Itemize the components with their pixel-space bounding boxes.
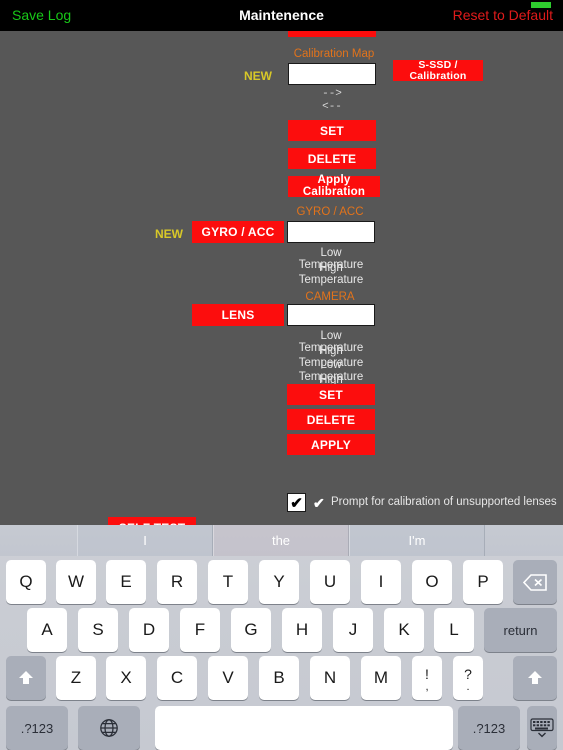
key-exclamation-glyph: ! (425, 665, 429, 682)
globe-icon[interactable] (78, 706, 140, 750)
onscreen-keyboard: I the I'm Q W E R T Y U I O P A S D F G … (0, 525, 563, 750)
lens-input[interactable] (287, 304, 375, 326)
key-exclamation-comma[interactable]: ! , (412, 656, 442, 700)
calibration-map-label: Calibration Map (293, 48, 375, 60)
key-m[interactable]: M (361, 656, 401, 700)
key-n[interactable]: N (310, 656, 350, 700)
key-r[interactable]: R (157, 560, 197, 604)
numeric-right-key[interactable]: .?123 (458, 706, 520, 750)
new-label-calibration: NEW (244, 69, 272, 83)
camera-header-label: CAMERA (305, 291, 355, 303)
key-i[interactable]: I (361, 560, 401, 604)
gyro-acc-header-label: GYRO / ACC (296, 206, 364, 218)
key-period-glyph: . (466, 680, 470, 693)
suggestion-bar: I the I'm (0, 525, 563, 556)
apply-calibration-button[interactable]: Apply Calibration (288, 174, 380, 197)
check-mark-icon: ✔ (313, 495, 325, 511)
suggestion-spacer-left (0, 525, 77, 556)
camera-delete-button[interactable]: DELETE (287, 409, 375, 430)
calibration-set-button[interactable]: SET (288, 120, 376, 141)
numeric-left-key[interactable]: .?123 (6, 706, 68, 750)
key-d[interactable]: D (129, 608, 169, 652)
key-p[interactable]: P (463, 560, 503, 604)
key-f[interactable]: F (180, 608, 220, 652)
suggestion-2[interactable]: I'm (349, 525, 485, 556)
key-z[interactable]: Z (56, 656, 96, 700)
camera-apply-button[interactable]: APPLY (287, 434, 375, 455)
camera-set-button[interactable]: SET (287, 384, 375, 405)
key-comma-glyph: , (425, 680, 429, 693)
gyro-acc-button[interactable]: GYRO / ACC (192, 221, 284, 243)
lens-button[interactable]: LENS (192, 304, 284, 326)
calibration-delete-button[interactable]: DELETE (288, 148, 376, 169)
self-test-button[interactable]: SELF TEST (108, 517, 196, 525)
key-k[interactable]: K (384, 608, 424, 652)
arrow-right-indicator: --> (322, 88, 342, 100)
s-ssd-calibration-button[interactable]: S-SSD / Calibration (393, 60, 483, 81)
key-s[interactable]: S (78, 608, 118, 652)
key-g[interactable]: G (231, 608, 271, 652)
key-o[interactable]: O (412, 560, 452, 604)
key-e[interactable]: E (106, 560, 146, 604)
space-key[interactable] (155, 706, 453, 750)
key-question-period[interactable]: ? . (453, 656, 483, 700)
calibration-map-input[interactable] (288, 63, 376, 85)
suggestion-1[interactable]: the (213, 525, 349, 556)
reset-to-default-button[interactable]: Reset to Default (453, 7, 553, 23)
maintenance-panel: Calibration Map NEW S-SSD / Calibration … (0, 31, 563, 525)
backspace-icon[interactable] (513, 560, 557, 604)
prompt-calibration-label: Prompt for calibration of unsupported le… (331, 496, 557, 508)
key-question-glyph: ? (464, 665, 472, 682)
new-label-gyro: NEW (155, 227, 183, 241)
gyro-acc-input[interactable] (287, 221, 375, 243)
suggestion-spacer-right (485, 525, 562, 556)
key-w[interactable]: W (56, 560, 96, 604)
arrow-left-indicator: <-- (322, 101, 342, 113)
shift-right-icon[interactable] (513, 656, 557, 700)
gyro-row-1[interactable]: High Temperature (287, 262, 375, 286)
keyboard-row-3: Z X C V B N M ! , ? . (0, 656, 563, 700)
key-h[interactable]: H (282, 608, 322, 652)
key-q[interactable]: Q (6, 560, 46, 604)
key-y[interactable]: Y (259, 560, 299, 604)
navigation-bar: Save Log Maintenence Reset to Default (0, 0, 563, 31)
suggestion-0[interactable]: I (77, 525, 213, 556)
prompt-calibration-checkbox[interactable]: ✔ (287, 493, 306, 512)
keyboard-row-2: A S D F G H J K L return (0, 608, 563, 652)
key-u[interactable]: U (310, 560, 350, 604)
keyboard-row-1: Q W E R T Y U I O P (0, 560, 563, 604)
keyboard-row-4: .?123 .?123 (0, 706, 563, 750)
key-v[interactable]: V (208, 656, 248, 700)
battery-status-indicator (531, 2, 551, 8)
key-b[interactable]: B (259, 656, 299, 700)
clipped-top-button[interactable] (288, 31, 376, 37)
key-l[interactable]: L (434, 608, 474, 652)
return-key[interactable]: return (484, 608, 557, 652)
key-t[interactable]: T (208, 560, 248, 604)
hide-keyboard-icon[interactable] (527, 706, 557, 750)
key-a[interactable]: A (27, 608, 67, 652)
key-c[interactable]: C (157, 656, 197, 700)
key-x[interactable]: X (106, 656, 146, 700)
shift-left-icon[interactable] (6, 656, 46, 700)
key-j[interactable]: J (333, 608, 373, 652)
